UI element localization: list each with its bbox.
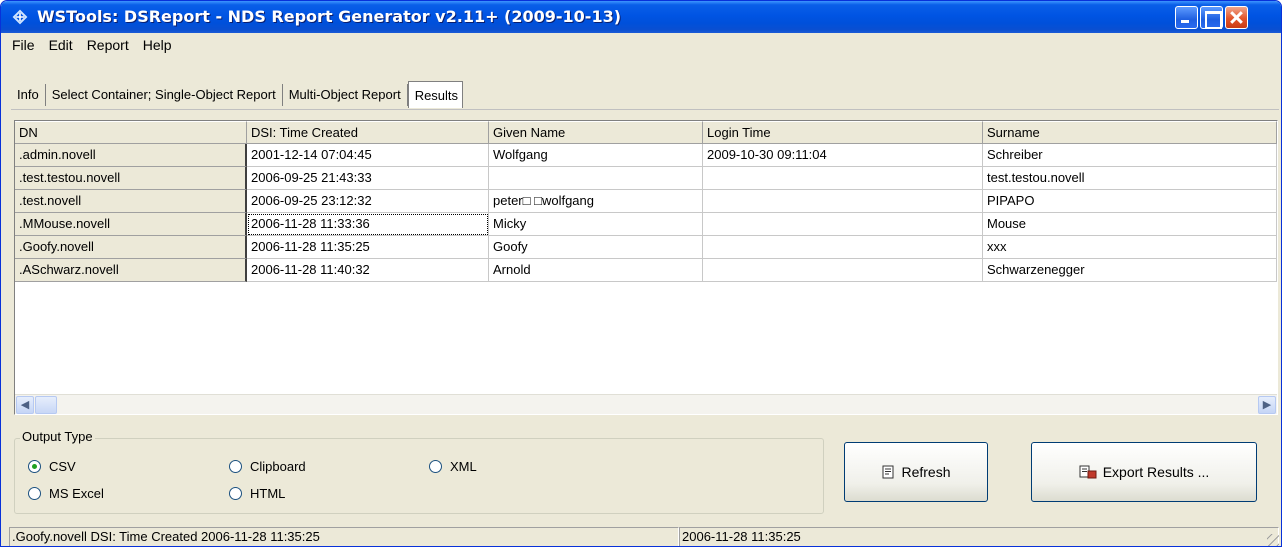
dn-cell[interactable]: .Goofy.novell — [15, 236, 247, 259]
maximize-button[interactable] — [1200, 6, 1223, 29]
tab-results[interactable]: Results — [407, 81, 464, 108]
radio-xml-label: XML — [450, 459, 477, 474]
table-cell[interactable]: test.testou.novell — [983, 167, 1277, 190]
window-title: WSTools: DSReport - NDS Report Generator… — [37, 7, 622, 26]
radio-button-icon[interactable] — [429, 460, 442, 473]
radio-csv[interactable]: CSV — [28, 459, 76, 474]
table-cell[interactable] — [703, 259, 983, 282]
app-icon — [12, 9, 28, 25]
status-bar: .Goofy.novell DSI: Time Created 2006-11-… — [1, 524, 1281, 546]
tab-multi-object-report[interactable]: Multi-Object Report — [283, 84, 408, 106]
scroll-right-icon[interactable]: ▶ — [1258, 396, 1276, 414]
radio-button-icon[interactable] — [229, 460, 242, 473]
table-cell[interactable] — [703, 213, 983, 236]
grid-header-row: DN DSI: Time Created Given Name Login Ti… — [15, 121, 1277, 144]
table-cell[interactable]: 2009-10-30 09:11:04 — [703, 144, 983, 167]
radio-csv-label: CSV — [49, 459, 76, 474]
table-cell[interactable]: 2006-11-28 11:35:25 — [247, 236, 489, 259]
resize-grip-icon[interactable] — [1267, 534, 1279, 546]
table-cell[interactable]: 2006-11-28 11:40:32 — [247, 259, 489, 282]
table-row[interactable]: .ASchwarz.novell 2006-11-28 11:40:32 Arn… — [15, 259, 1277, 282]
status-panel-right: 2006-11-28 11:35:25 — [679, 527, 1279, 546]
results-grid[interactable]: DN DSI: Time Created Given Name Login Ti… — [14, 120, 1278, 415]
refresh-label: Refresh — [901, 464, 951, 480]
output-type-group — [14, 438, 824, 514]
table-cell[interactable] — [703, 167, 983, 190]
status-panel-left: .Goofy.novell DSI: Time Created 2006-11-… — [9, 527, 679, 546]
tab-single-object-report[interactable]: Select Container; Single-Object Report — [46, 84, 283, 106]
column-header-login-time[interactable]: Login Time — [703, 121, 983, 144]
table-cell[interactable]: xxx — [983, 236, 1277, 259]
menu-report[interactable]: Report — [80, 34, 136, 56]
tab-info[interactable]: Info — [11, 84, 46, 106]
export-results-button[interactable]: Export Results ... — [1031, 442, 1257, 502]
table-cell[interactable]: Wolfgang — [489, 144, 703, 167]
radio-xml[interactable]: XML — [429, 459, 477, 474]
table-cell[interactable]: Schwarzenegger — [983, 259, 1277, 282]
table-cell[interactable] — [703, 190, 983, 213]
scroll-thumb[interactable] — [35, 396, 57, 414]
table-cell[interactable]: 2006-09-25 21:43:33 — [247, 167, 489, 190]
column-header-surname[interactable]: Surname — [983, 121, 1277, 144]
radio-clipboard-label: Clipboard — [250, 459, 306, 474]
app-window: WSTools: DSReport - NDS Report Generator… — [0, 0, 1282, 547]
dn-cell[interactable]: .test.novell — [15, 190, 247, 213]
table-cell-focused[interactable]: 2006-11-28 11:33:36 — [247, 213, 489, 236]
table-cell[interactable] — [489, 167, 703, 190]
table-cell[interactable] — [703, 236, 983, 259]
title-bar[interactable]: WSTools: DSReport - NDS Report Generator… — [1, 1, 1281, 33]
menu-bar: File Edit Report Help — [5, 33, 1279, 57]
table-cell[interactable]: Goofy — [489, 236, 703, 259]
table-row[interactable]: .admin.novell 2001-12-14 07:04:45 Wolfga… — [15, 144, 1277, 167]
menu-edit[interactable]: Edit — [42, 34, 80, 56]
dn-cell[interactable]: .ASchwarz.novell — [15, 259, 247, 282]
menu-help[interactable]: Help — [136, 34, 179, 56]
scroll-left-icon[interactable]: ◀ — [16, 396, 34, 414]
dn-cell[interactable]: .admin.novell — [15, 144, 247, 167]
menu-file[interactable]: File — [5, 34, 42, 56]
dn-cell[interactable]: .MMouse.novell — [15, 213, 247, 236]
refresh-button[interactable]: Refresh — [844, 442, 988, 502]
radio-ms-excel[interactable]: MS Excel — [28, 486, 104, 501]
export-icon — [1079, 465, 1097, 479]
radio-html[interactable]: HTML — [229, 486, 285, 501]
table-cell[interactable]: Arnold — [489, 259, 703, 282]
tab-divider — [11, 109, 1279, 110]
radio-clipboard[interactable]: Clipboard — [229, 459, 306, 474]
column-header-time-created[interactable]: DSI: Time Created — [247, 121, 489, 144]
radio-html-label: HTML — [250, 486, 286, 501]
table-cell[interactable]: peter□ □wolfgang — [489, 190, 703, 213]
minimize-button[interactable] — [1175, 6, 1198, 29]
table-cell[interactable]: Mouse — [983, 213, 1277, 236]
radio-button-icon[interactable] — [28, 460, 41, 473]
tab-strip: Info Select Container; Single-Object Rep… — [11, 81, 464, 108]
table-cell[interactable]: Micky — [489, 213, 703, 236]
column-header-given-name[interactable]: Given Name — [489, 121, 703, 144]
table-row[interactable]: .test.testou.novell 2006-09-25 21:43:33 … — [15, 167, 1277, 190]
table-row[interactable]: .MMouse.novell 2006-11-28 11:33:36 Micky… — [15, 213, 1277, 236]
table-cell[interactable]: 2001-12-14 07:04:45 — [247, 144, 489, 167]
table-cell[interactable]: Schreiber — [983, 144, 1277, 167]
table-cell[interactable]: PIPAPO — [983, 190, 1277, 213]
radio-ms-excel-label: MS Excel — [49, 486, 104, 501]
close-button[interactable] — [1225, 6, 1248, 29]
table-row[interactable]: .Goofy.novell 2006-11-28 11:35:25 Goofy … — [15, 236, 1277, 259]
radio-button-icon[interactable] — [229, 487, 242, 500]
dn-cell[interactable]: .test.testou.novell — [15, 167, 247, 190]
column-header-dn[interactable]: DN — [15, 121, 247, 144]
radio-button-icon[interactable] — [28, 487, 41, 500]
refresh-icon — [882, 465, 894, 479]
table-row[interactable]: .test.novell 2006-09-25 23:12:32 peter□ … — [15, 190, 1277, 213]
table-cell[interactable]: 2006-09-25 23:12:32 — [247, 190, 489, 213]
export-label: Export Results ... — [1102, 464, 1210, 480]
horizontal-scrollbar[interactable]: ◀ ▶ — [15, 394, 1277, 414]
output-type-legend: Output Type — [20, 429, 95, 444]
